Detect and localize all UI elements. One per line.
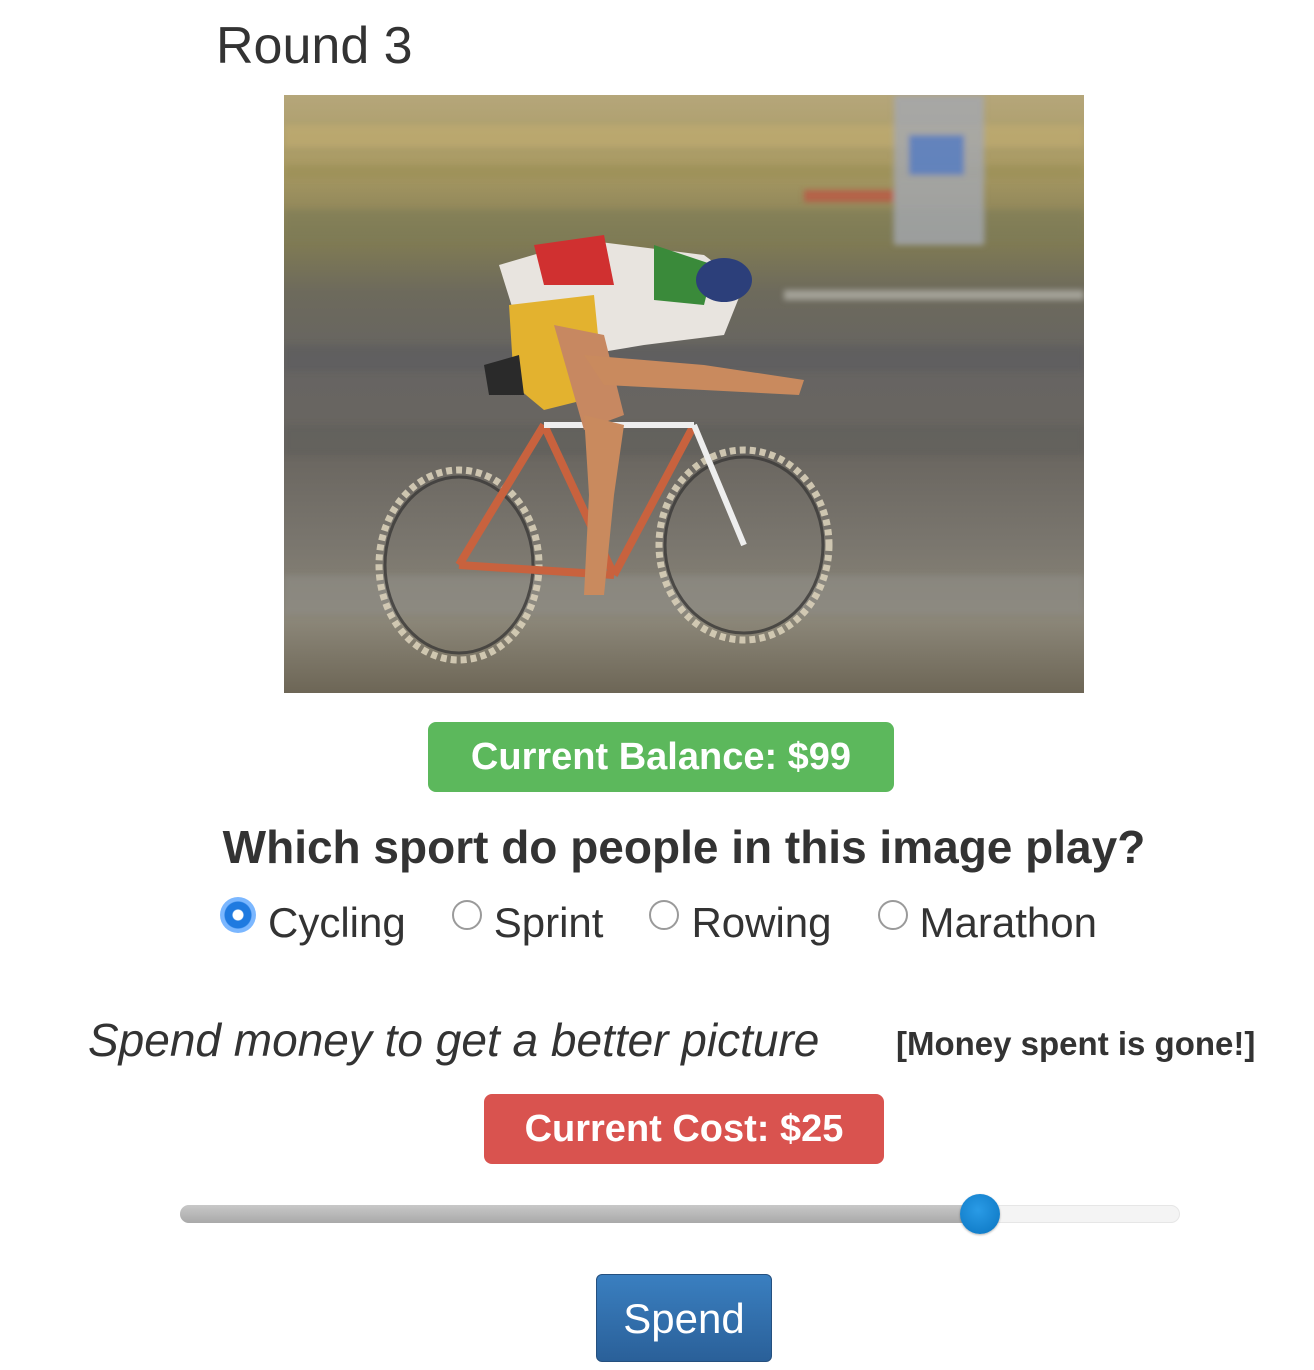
option-rowing[interactable]: Rowing xyxy=(649,893,832,953)
option-label: Sprint xyxy=(493,899,604,946)
round-title: Round 3 xyxy=(216,17,413,75)
balance-badge: Current Balance: $99 xyxy=(428,722,894,792)
cost-badge: Current Cost: $25 xyxy=(484,1094,884,1164)
slider-thumb[interactable] xyxy=(960,1194,1000,1234)
option-label: Marathon xyxy=(919,899,1097,946)
radio-rowing[interactable] xyxy=(649,900,680,930)
option-sprint[interactable]: Sprint xyxy=(451,893,604,953)
spend-warning: [Money spent is gone!] xyxy=(896,1025,1256,1062)
question-text: Which sport do people in this image play… xyxy=(222,821,1146,873)
cost-slider[interactable] xyxy=(180,1194,1180,1234)
cyclist-image xyxy=(284,95,1084,693)
option-label: Rowing xyxy=(691,899,832,946)
option-label: Cycling xyxy=(268,899,406,946)
option-marathon[interactable]: Marathon xyxy=(877,893,1097,953)
spend-button[interactable]: Spend xyxy=(596,1274,772,1362)
answer-options: Cycling Sprint Rowing Marathon xyxy=(220,893,1143,953)
option-cycling[interactable]: Cycling xyxy=(220,893,406,953)
radio-marathon[interactable] xyxy=(877,900,908,930)
game-page: Round 3 Current Balance: $99 Which sport… xyxy=(0,0,1314,1370)
radio-cycling[interactable] xyxy=(220,897,256,933)
slider-fill xyxy=(180,1205,980,1223)
spend-prompt: Spend money to get a better picture xyxy=(88,1014,820,1066)
radio-sprint[interactable] xyxy=(451,900,482,930)
